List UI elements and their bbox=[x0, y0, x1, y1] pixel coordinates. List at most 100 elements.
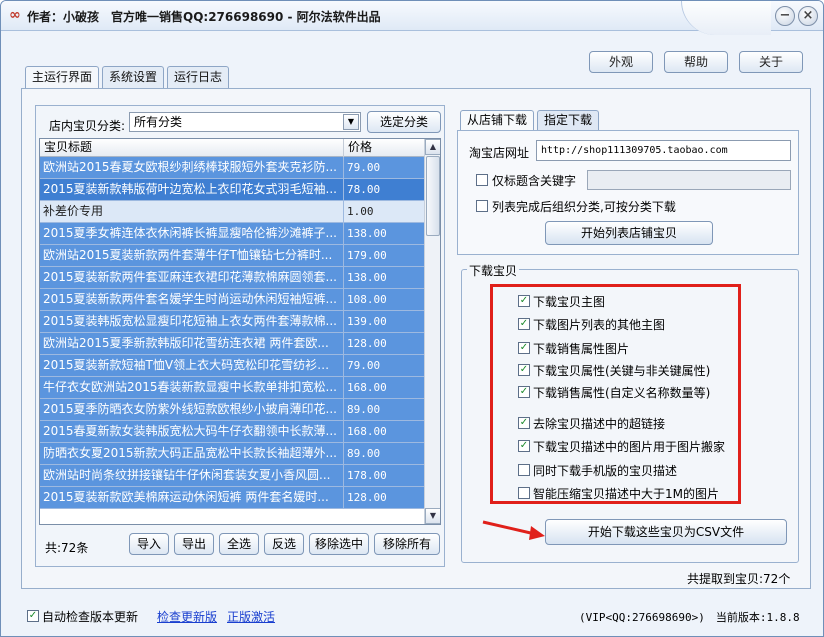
list-row[interactable]: 2015夏装韩版宽松显瘦印花短袖上衣女两件套薄款棉... 139.00 bbox=[40, 311, 424, 333]
shop-url-input[interactable] bbox=[536, 140, 791, 161]
list-row[interactable]: 欧洲站时尚条纹拼接镶钻牛仔休闲套装女夏小香风圆... 178.00 bbox=[40, 465, 424, 487]
tab-specified-download[interactable]: 指定下载 bbox=[537, 110, 600, 130]
chevron-up-icon[interactable]: ▲ bbox=[425, 139, 440, 155]
start-list-button[interactable]: 开始列表店铺宝贝 bbox=[545, 221, 713, 245]
tab-main[interactable]: 主运行界面 bbox=[25, 66, 100, 89]
tab-log[interactable]: 运行日志 bbox=[167, 66, 230, 88]
app-window: ∞ 作者：小破孩 官方唯一销售QQ:276698690 - 阿尔法软件出品 − … bbox=[0, 0, 824, 637]
auto-check-update-checkbox[interactable]: ✓ bbox=[27, 610, 39, 622]
option-checkbox[interactable]: ✓ bbox=[518, 364, 530, 376]
list-row[interactable]: 补差价专用 1.00 bbox=[40, 201, 424, 223]
remove-selected-button[interactable]: 移除选中 bbox=[309, 533, 369, 555]
row-price: 179.00 bbox=[343, 245, 423, 266]
list-row[interactable]: 2015夏季防晒衣女防紫外线短款欧根纱小披肩薄印花... 89.00 bbox=[40, 399, 424, 421]
option-checkbox[interactable]: ✓ bbox=[518, 295, 530, 307]
about-button[interactable]: 关于 bbox=[739, 51, 803, 73]
title-bar: ∞ 作者：小破孩 官方唯一销售QQ:276698690 - 阿尔法软件出品 − … bbox=[1, 1, 823, 35]
list-row[interactable]: 2015夏装新款两件套亚麻连衣裙印花薄款棉麻圆领套... 138.00 bbox=[40, 267, 424, 289]
option-checkbox[interactable]: ✓ bbox=[518, 342, 530, 354]
row-title: 欧洲站2015春夏女欧根纱刺绣棒球服短外套夹克衫防... bbox=[43, 160, 337, 174]
option-label: 智能压缩宝贝描述中大于1M的图片 bbox=[533, 487, 719, 501]
minimize-button[interactable]: − bbox=[775, 6, 795, 26]
start-download-csv-button[interactable]: 开始下载这些宝贝为CSV文件 bbox=[545, 519, 787, 545]
appearance-button[interactable]: 外观 bbox=[589, 51, 653, 73]
row-price: 138.00 bbox=[343, 267, 423, 288]
export-button[interactable]: 导出 bbox=[174, 533, 214, 555]
category-label: 店内宝贝分类: bbox=[49, 119, 126, 133]
row-title: 欧洲站时尚条纹拼接镶钻牛仔休闲套装女夏小香风圆... bbox=[43, 468, 331, 482]
item-list[interactable]: 宝贝标题 价格 欧洲站2015春夏女欧根纱刺绣棒球服短外套夹克衫防... 79.0… bbox=[39, 138, 441, 525]
help-button[interactable]: 帮助 bbox=[664, 51, 728, 73]
column-header-title[interactable]: 宝贝标题 bbox=[44, 139, 92, 156]
option-label: 下载销售属性图片 bbox=[533, 342, 630, 356]
minimize-icon: − bbox=[779, 8, 791, 23]
row-title: 补差价专用 bbox=[43, 204, 104, 218]
option-checkbox[interactable]: ✓ bbox=[518, 440, 530, 452]
chevron-down-icon[interactable]: ▼ bbox=[343, 114, 359, 130]
list-row[interactable]: 牛仔衣女欧洲站2015春装新款显瘦中长款单排扣宽松... 168.00 bbox=[40, 377, 424, 399]
list-row[interactable]: 防晒衣女夏2015新款大码正品宽松中长款长袖超薄外... 89.00 bbox=[40, 443, 424, 465]
category-select[interactable]: 所有分类 ▼ bbox=[129, 112, 361, 132]
row-price: 178.00 bbox=[343, 465, 423, 486]
row-price: 79.00 bbox=[343, 157, 423, 178]
row-price: 1.00 bbox=[343, 201, 423, 222]
chevron-down-icon[interactable]: ▼ bbox=[425, 508, 440, 524]
main-tabs: 主运行界面 系统设置 运行日志 bbox=[25, 66, 232, 89]
category-select-value: 所有分类 bbox=[134, 115, 183, 129]
select-all-button[interactable]: 全选 bbox=[219, 533, 259, 555]
remove-all-button[interactable]: 移除所有 bbox=[374, 533, 440, 555]
shop-url-label: 淘宝店网址 bbox=[469, 146, 530, 160]
list-row[interactable]: 2015夏装新款韩版荷叶边宽松上衣印花女式羽毛短袖... 78.00 bbox=[40, 179, 424, 201]
option-label: 下载宝贝属性(关键与非关键属性) bbox=[533, 364, 711, 378]
column-header-price[interactable]: 价格 bbox=[343, 139, 423, 157]
row-title: 欧洲站2015夏季新款韩版印花雪纺连衣裙 两件套欧... bbox=[43, 336, 329, 350]
activate-link[interactable]: 正版激活 bbox=[227, 608, 275, 625]
download-group-legend: 下载宝贝 bbox=[467, 262, 520, 279]
option-checkbox[interactable]: ✓ bbox=[518, 386, 530, 398]
title-keyword-checkbox[interactable] bbox=[476, 174, 488, 186]
list-row[interactable]: 2015夏装新款短袖T恤V领上衣大码宽松印花雪纺衫小衫... 79.00 bbox=[40, 355, 424, 377]
option-checkbox[interactable]: ✓ bbox=[518, 417, 530, 429]
title-bar-notch bbox=[681, 1, 771, 35]
import-button[interactable]: 导入 bbox=[129, 533, 169, 555]
select-category-button[interactable]: 选定分类 bbox=[367, 111, 441, 133]
row-price: 128.00 bbox=[343, 487, 423, 508]
row-title: 2015夏装新款两件套名媛学生时尚运动休闲短袖短裤... bbox=[43, 292, 337, 306]
tab-shop-download[interactable]: 从店铺下载 bbox=[460, 110, 535, 130]
row-title: 2015夏装新款韩版荷叶边宽松上衣印花女式羽毛短袖... bbox=[43, 182, 337, 196]
version-info: (VIP<QQ:276698690>) 当前版本:1.8.8 bbox=[579, 611, 800, 624]
list-rows: 欧洲站2015春夏女欧根纱刺绣棒球服短外套夹克衫防... 79.00 2015夏装… bbox=[40, 157, 424, 509]
option-label: 去除宝贝描述中的超链接 bbox=[533, 417, 666, 431]
row-price: 108.00 bbox=[343, 289, 423, 310]
check-update-link[interactable]: 检查更新版 bbox=[157, 608, 217, 625]
option-checkbox[interactable] bbox=[518, 487, 530, 499]
row-price: 78.00 bbox=[343, 179, 423, 200]
red-arrow-icon bbox=[482, 520, 545, 540]
list-row[interactable]: 2015春夏新款女装韩版宽松大码牛仔衣翻领中长款薄... 168.00 bbox=[40, 421, 424, 443]
list-row[interactable]: 2015夏装新款两件套名媛学生时尚运动休闲短袖短裤... 108.00 bbox=[40, 289, 424, 311]
list-row[interactable]: 欧洲站2015春夏女欧根纱刺绣棒球服短外套夹克衫防... 79.00 bbox=[40, 157, 424, 179]
row-price: 168.00 bbox=[343, 421, 423, 442]
row-title: 防晒衣女夏2015新款大码正品宽松中长款长袖超薄外... bbox=[43, 446, 337, 460]
list-row[interactable]: 2015夏装新款欧美棉麻运动休闲短裤 两件套名媛时... 128.00 bbox=[40, 487, 424, 509]
row-price: 168.00 bbox=[343, 377, 423, 398]
list-row[interactable]: 欧洲站2015夏季新款韩版印花雪纺连衣裙 两件套欧... 128.00 bbox=[40, 333, 424, 355]
tab-settings[interactable]: 系统设置 bbox=[102, 66, 165, 88]
invert-selection-button[interactable]: 反选 bbox=[264, 533, 304, 555]
row-price: 139.00 bbox=[343, 311, 423, 332]
list-row[interactable]: 2015夏季女裤连体衣休闲裤长裤显瘦哈伦裤沙滩裤子... 138.00 bbox=[40, 223, 424, 245]
option-label: 下载销售属性(自定义名称数量等) bbox=[533, 386, 711, 400]
extracted-total: 共提取到宝贝:72个 bbox=[687, 572, 791, 586]
group-after-list-checkbox[interactable] bbox=[476, 200, 488, 212]
option-label: 下载宝贝主图 bbox=[533, 295, 606, 309]
row-title: 2015夏装新款两件套亚麻连衣裙印花薄款棉麻圆领套... bbox=[43, 270, 337, 284]
list-row[interactable]: 欧洲站2015夏装新款两件套薄牛仔T恤镶钻七分裤时... 179.00 bbox=[40, 245, 424, 267]
keyword-input[interactable] bbox=[587, 170, 791, 190]
option-checkbox[interactable]: ✓ bbox=[518, 318, 530, 330]
scrollbar-thumb[interactable] bbox=[426, 156, 440, 236]
option-checkbox[interactable] bbox=[518, 464, 530, 476]
list-scrollbar[interactable]: ▲ ▼ bbox=[424, 139, 440, 524]
close-button[interactable]: × bbox=[798, 6, 818, 26]
option-label: 下载宝贝描述中的图片用于图片搬家 bbox=[533, 440, 726, 454]
row-price: 138.00 bbox=[343, 223, 423, 244]
